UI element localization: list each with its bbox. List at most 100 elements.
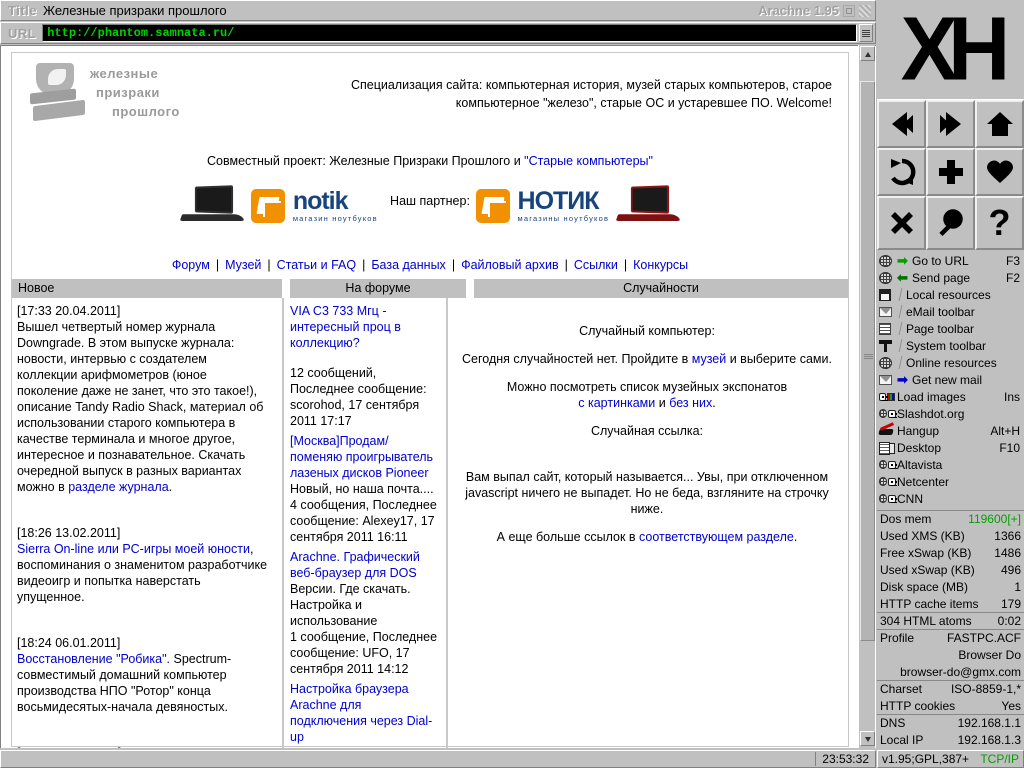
close-button[interactable] <box>859 4 871 17</box>
notik-wordmark-2: НОТИК магазины ноутбуков <box>518 189 610 223</box>
exhibits-with-pictures-link[interactable]: с картинками <box>578 396 655 410</box>
site-specialization-text: Специализация сайта: компьютерная истори… <box>342 76 832 112</box>
nav-file-archive[interactable]: Файловый архив <box>461 258 559 272</box>
scroll-down-arrow[interactable] <box>860 731 875 746</box>
nav-database[interactable]: База данных <box>371 258 445 272</box>
banner-notik-1[interactable]: notik магазин ноутбуков <box>179 185 378 226</box>
news-link[interactable]: Восстановление "Робика". <box>17 652 170 666</box>
menu-label: eMail toolbar <box>906 304 975 319</box>
menu-item-go-to-url[interactable]: ➡ Go to URL F3 <box>877 252 1024 269</box>
stat-label: Disk space (MB) <box>880 579 969 594</box>
menu-item-send-page[interactable]: ⬅ Send page F2 <box>877 269 1024 286</box>
menu-shortcut: F2 <box>1005 270 1020 285</box>
stat-value: 0:02 <box>997 614 1021 628</box>
logo-glyph-icon <box>30 63 86 123</box>
url-input[interactable]: http://phantom.samnata.ru/ <box>42 24 857 42</box>
home-icon[interactable] <box>975 100 1024 148</box>
menu-item-netcenter[interactable]: Netcenter <box>877 473 1024 490</box>
more-links-post: . <box>793 530 798 544</box>
spec-line-2: компьютерное "железо", старые ОС и устар… <box>455 96 832 111</box>
news-item: [18:24 06.01.2011] Восстановление "Робик… <box>17 635 270 715</box>
nav-contests[interactable]: Конкурсы <box>633 258 688 272</box>
news-link[interactable]: разделе журнала <box>68 480 168 494</box>
stat-row: Charset ISO-8859-1,* <box>877 680 1024 697</box>
back-icon[interactable] <box>877 100 926 148</box>
menu-item-altavista[interactable]: Altavista <box>877 456 1024 473</box>
menu-item-get-new-mail[interactable]: ➡ Get new mail <box>877 371 1024 388</box>
stat-row: Free xSwap (KB) 1486 <box>877 544 1024 561</box>
maximize-button[interactable] <box>843 4 855 17</box>
stat-label: HTTP cookies <box>880 698 956 713</box>
title-label: Title <box>8 3 37 18</box>
forum-meta: 4 сообщения, Последнее сообщение: Alexey… <box>290 498 437 544</box>
menu-item-hangup[interactable]: Hangup Alt+H <box>877 422 1024 439</box>
exhibits-end: . <box>712 396 716 410</box>
url-menu-button[interactable] <box>859 24 873 42</box>
stat-label: Dos mem <box>880 512 932 526</box>
reload-icon[interactable] <box>877 148 926 196</box>
menu-item-cnn[interactable]: CNN <box>877 490 1024 507</box>
menu-item-system-toolbar[interactable]: System toolbar <box>877 337 1024 354</box>
nav-museum[interactable]: Музей <box>225 258 261 272</box>
stat-value: Yes <box>1001 698 1021 713</box>
menu-item-online-resources[interactable]: Online resources <box>877 354 1024 371</box>
menu-item-page-toolbar[interactable]: Page toolbar <box>877 320 1024 337</box>
menu-item-email-toolbar[interactable]: eMail toolbar <box>877 303 1024 320</box>
forward-icon[interactable] <box>926 100 975 148</box>
favorites-icon[interactable] <box>975 148 1024 196</box>
column-header-forum: На форуме <box>290 279 466 298</box>
nav-articles-faq[interactable]: Статьи и FAQ <box>277 258 356 272</box>
logo-line-3: прошлого <box>112 103 180 119</box>
menu-item-desktop[interactable]: Desktop F10 <box>877 439 1024 456</box>
nav-forum[interactable]: Форум <box>172 258 210 272</box>
forum-topic-link[interactable]: Arachne. Графический веб-браузер для DOS <box>290 550 420 580</box>
stat-value: 1366 <box>994 528 1021 543</box>
news-item: [18:26 03.12.2010] <box>17 745 270 748</box>
menu-divider <box>897 356 904 369</box>
nav-sep: | <box>451 258 456 272</box>
floppy-disk-icon <box>879 288 896 302</box>
url-bar: URL http://phantom.samnata.ru/ <box>0 22 876 44</box>
news-text: Вышел четвертый номер журнала Downgrade.… <box>17 320 264 494</box>
banner-notik-2[interactable]: НОТИК магазины ноутбуков <box>475 185 681 226</box>
old-computers-link[interactable]: "Старые компьютеры" <box>524 154 653 168</box>
title-bar: Title Железные призраки прошлого Arachne… <box>0 0 876 21</box>
forum-topic-link[interactable]: Настройка браузера Arachne для подключен… <box>290 682 432 744</box>
stop-icon[interactable] <box>877 196 926 250</box>
scroll-up-arrow[interactable] <box>860 46 875 61</box>
arachne-sidebar: XH ? ➡ Go to URL F3 ⬅ Send page F2 Local… <box>877 0 1024 768</box>
forum-column: VIA C3 733 Мгц - интересный проц в колле… <box>282 298 448 748</box>
site-logo: железные призраки прошлого <box>30 63 210 129</box>
forum-topic: Arachne. Графический веб-браузер для DOS… <box>290 549 440 677</box>
menu-item-load-images[interactable]: Load images Ins <box>877 388 1024 405</box>
stat-row: Dos mem 119600[+] <box>877 510 1024 527</box>
help-icon[interactable]: ? <box>975 196 1024 250</box>
news-link[interactable]: Sierra On-line или PC-игры моей юности <box>17 542 250 556</box>
forum-topic: Настройка браузера Arachne для подключен… <box>290 681 440 748</box>
tcpip-status: TCP/IP <box>980 752 1019 766</box>
menu-label: Load images <box>897 389 966 404</box>
scrollbar-grip <box>864 354 873 363</box>
menu-item-slashdot[interactable]: Slashdot.org <box>877 405 1024 422</box>
globe-face-icon <box>879 407 897 421</box>
links-section-link[interactable]: соответствующем разделе <box>639 530 794 544</box>
vertical-scrollbar[interactable] <box>858 45 875 748</box>
random-column: Случайный компьютер: Сегодня случайносте… <box>452 298 842 748</box>
stat-row: Disk space (MB) 1 <box>877 578 1024 595</box>
search-icon[interactable] <box>926 196 975 250</box>
menu-item-local-resources[interactable]: Local resources <box>877 286 1024 303</box>
add-bookmark-icon[interactable] <box>926 148 975 196</box>
museum-link[interactable]: музей <box>692 352 727 366</box>
forum-topic-link[interactable]: [Москва]Продам/поменяю проигрыватель лаз… <box>290 434 433 480</box>
forum-topic-link[interactable]: VIA C3 733 Мгц - интересный проц в колле… <box>290 304 401 350</box>
phone-hangup-icon <box>879 424 896 438</box>
notik-word: notik <box>292 187 349 216</box>
column-header-random: Случайности <box>474 279 848 298</box>
spec-line-1: Специализация сайта: компьютерная истори… <box>350 78 832 92</box>
random-computer-heading: Случайный компьютер: <box>579 324 715 338</box>
scrollbar-thumb[interactable] <box>860 81 875 641</box>
nav-links[interactable]: Ссылки <box>574 258 618 272</box>
logo-line-2: призраки <box>96 84 160 100</box>
exhibits-without-pictures-link[interactable]: без них <box>669 396 712 410</box>
forum-meta: 12 сообщений, Последнее сообщение: scoro… <box>290 366 427 428</box>
